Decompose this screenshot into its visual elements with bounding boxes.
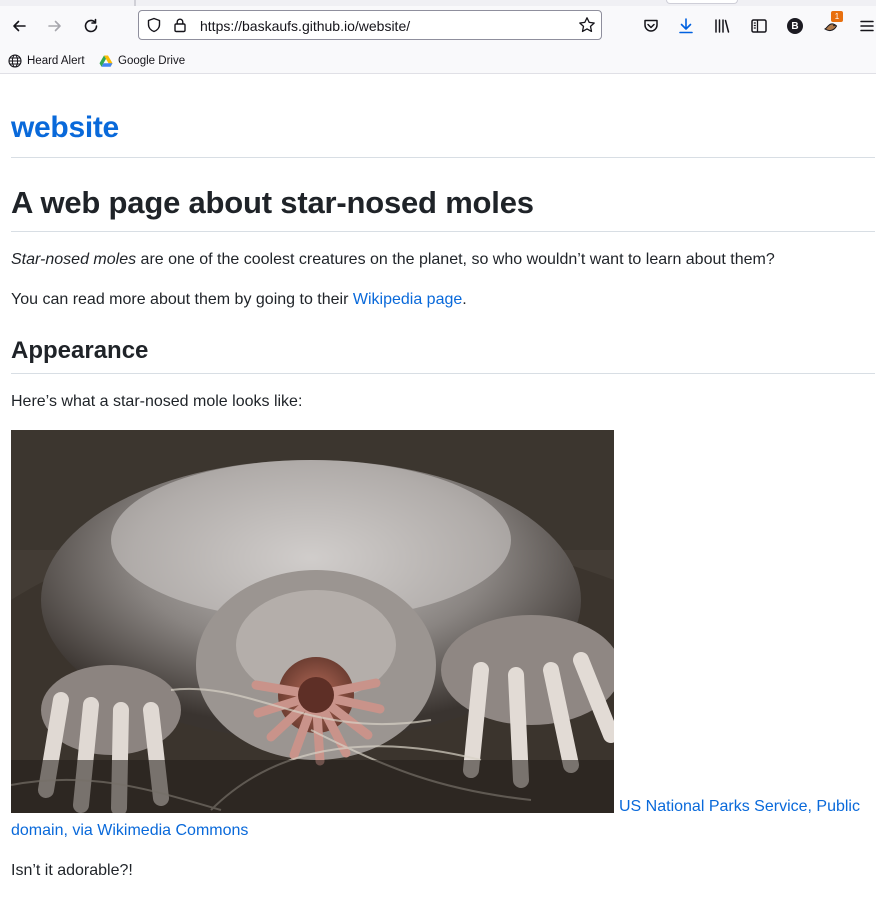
library-icon: [715, 19, 730, 33]
star-nosed-mole-image: [11, 430, 614, 813]
sidebar-button[interactable]: [748, 15, 770, 37]
closing-paragraph: Isn’t it adorable?!: [11, 862, 133, 879]
header-divider: [11, 157, 875, 158]
read-more-paragraph: You can read more about them by going to…: [11, 288, 467, 312]
bookmark-google-drive[interactable]: Google Drive: [99, 52, 185, 70]
mole-photo-illustration: [11, 430, 614, 813]
intro-paragraph: Star-nosed moles are one of the coolest …: [11, 248, 775, 272]
tab-separator: [134, 0, 136, 6]
intro-text: are one of the coolest creatures on the …: [136, 251, 775, 268]
bookmark-star-icon[interactable]: [578, 16, 596, 34]
image-credit-link-continued[interactable]: domain, via Wikimedia Commons: [11, 819, 248, 843]
forward-button[interactable]: [43, 14, 67, 38]
bookmark-label: Google Drive: [118, 55, 186, 67]
lock-icon[interactable]: [172, 17, 188, 33]
reload-button[interactable]: [79, 14, 103, 38]
browser-toolbar: https://baskaufs.github.io/website/ B 1: [0, 0, 876, 48]
address-bar[interactable]: https://baskaufs.github.io/website/: [138, 10, 602, 40]
back-arrow-icon: [13, 20, 26, 32]
extension-button[interactable]: 1: [820, 11, 843, 37]
app-menu-button[interactable]: [856, 15, 876, 37]
globe-icon: [8, 54, 22, 68]
hamburger-menu-icon: [860, 20, 874, 32]
tab-tooltip-edge: [666, 0, 738, 4]
google-drive-icon: [99, 55, 113, 67]
profile-button[interactable]: B: [784, 15, 806, 37]
image-credit-link[interactable]: US National Parks Service, Public: [619, 795, 860, 819]
tracking-shield-icon[interactable]: [146, 17, 162, 33]
appearance-divider: [11, 373, 875, 374]
url-text[interactable]: https://baskaufs.github.io/website/: [200, 18, 410, 34]
extension-badge: 1: [831, 11, 843, 22]
intro-emphasis: Star-nosed moles: [11, 251, 137, 268]
back-button[interactable]: [7, 14, 31, 38]
bookmark-label: Heard Alert: [27, 55, 85, 67]
downloads-button[interactable]: [675, 15, 697, 37]
bookmark-heard-alert[interactable]: Heard Alert: [8, 52, 85, 70]
profile-avatar: B: [787, 18, 803, 34]
reload-icon: [84, 18, 98, 33]
forward-arrow-icon: [48, 20, 61, 32]
pocket-button[interactable]: [640, 15, 662, 37]
read-more-text: You can read more about them by going to…: [11, 291, 353, 308]
download-icon: [679, 18, 693, 34]
sidebar-icon: [751, 19, 767, 33]
wikipedia-link[interactable]: Wikipedia page: [353, 291, 462, 308]
pocket-icon: [644, 19, 658, 32]
appearance-heading: Appearance: [11, 337, 149, 364]
library-button[interactable]: [711, 15, 733, 37]
bookmarks-toolbar: Heard Alert Google Drive: [0, 48, 876, 74]
page-title: A web page about star-nosed moles: [11, 185, 534, 220]
read-more-period: .: [462, 291, 467, 308]
site-title-link[interactable]: website: [11, 111, 119, 145]
tab-strip: [0, 0, 876, 6]
appearance-text: Here’s what a star-nosed mole looks like…: [11, 393, 303, 410]
title-divider: [11, 231, 875, 232]
